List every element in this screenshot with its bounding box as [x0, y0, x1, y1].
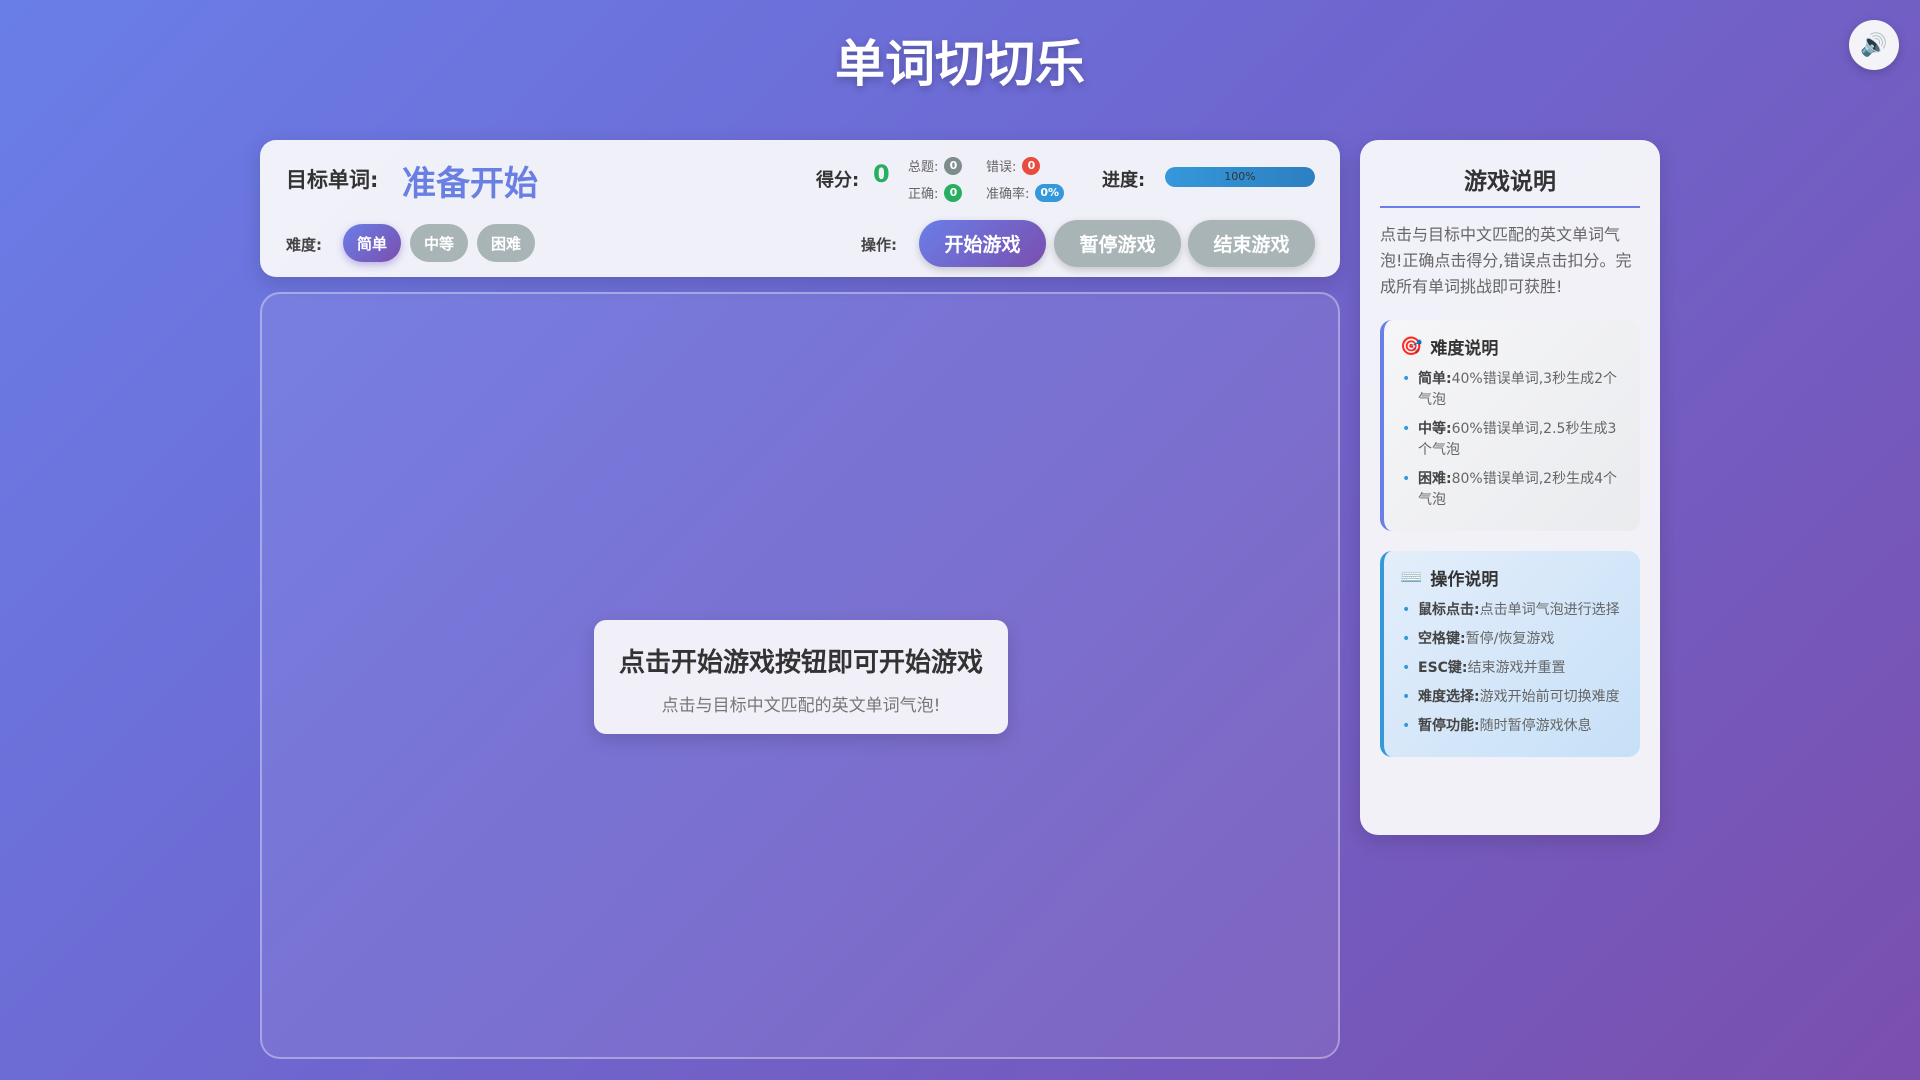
list-item-key: 难度选择: — [1418, 689, 1480, 705]
difficulty-hard-button[interactable]: 困难 — [477, 224, 535, 262]
instructions-title: 游戏说明 — [1380, 162, 1640, 208]
game-area[interactable]: 点击开始游戏按钮即可开始游戏 点击与目标中文匹配的英文单词气泡! — [260, 292, 1340, 1059]
target-word: 准备开始 — [402, 164, 538, 204]
list-item: 难度选择:游戏开始前可切换难度 — [1400, 687, 1626, 708]
target-word-label: 目标单词: — [286, 168, 379, 192]
stat-accuracy-badge: 0% — [1035, 183, 1065, 202]
score-value: 0 — [873, 160, 890, 188]
stat-wrong-label: 错误: — [986, 160, 1017, 175]
list-item-text: 游戏开始前可切换难度 — [1479, 689, 1620, 705]
stat-accuracy-label: 准确率: — [986, 187, 1030, 202]
progress-label: 进度: — [1102, 170, 1146, 191]
list-item-text: 随时暂停游戏休息 — [1479, 718, 1592, 734]
difficulty-label: 难度: — [286, 236, 322, 254]
operations-info-title-text: 操作说明 — [1430, 570, 1499, 590]
stat-correct-label: 正确: — [908, 187, 939, 202]
progress-text: 100% — [1224, 170, 1256, 183]
difficulty-easy-button[interactable]: 简单 — [343, 224, 401, 262]
end-game-button[interactable]: 结束游戏 — [1188, 220, 1315, 267]
list-item: 鼠标点击:点击单词气泡进行选择 — [1400, 600, 1626, 621]
instructions-intro: 点击与目标中文匹配的英文单词气泡!正确点击得分,错误点击扣分。完成所有单词挑战即… — [1380, 225, 1632, 296]
start-prompt-card: 点击开始游戏按钮即可开始游戏 点击与目标中文匹配的英文单词气泡! — [594, 620, 1008, 734]
speaker-icon: 🔊 — [1860, 32, 1888, 58]
list-item: 空格键:暂停/恢复游戏 — [1400, 629, 1626, 650]
control-panel: 目标单词: 准备开始 得分: 0 总题: 0 错误: 0 正确: 0 准确率: … — [260, 140, 1340, 277]
difficulty-info-title-text: 难度说明 — [1430, 339, 1499, 359]
list-item-key: 鼠标点击: — [1418, 602, 1480, 618]
list-item-text: 结束游戏并重置 — [1467, 660, 1566, 676]
operations-info-title: ⌨️ 操作说明 — [1400, 565, 1626, 590]
list-item-key: 简单: — [1418, 371, 1452, 387]
pause-game-button[interactable]: 暂停游戏 — [1054, 220, 1181, 267]
score-label: 得分: — [816, 170, 860, 191]
list-item-key: ESC键: — [1418, 660, 1468, 676]
difficulty-medium-button[interactable]: 中等 — [410, 224, 468, 262]
stat-total-badge: 0 — [944, 156, 963, 175]
operations-info-list: 鼠标点击:点击单词气泡进行选择 空格键:暂停/恢复游戏 ESC键:结束游戏并重置… — [1400, 600, 1626, 737]
keyboard-icon: ⌨️ — [1400, 567, 1423, 588]
list-item: 困难:80%错误单词,2秒生成4个气泡 — [1400, 469, 1626, 511]
list-item: ESC键:结束游戏并重置 — [1400, 658, 1626, 679]
progress-bar: 100% — [1165, 167, 1315, 187]
list-item-key: 空格键: — [1418, 631, 1466, 647]
stat-correct: 正确: 0 — [908, 183, 963, 202]
stat-accuracy: 准确率: 0% — [986, 183, 1065, 202]
sound-toggle-button[interactable]: 🔊 — [1849, 20, 1899, 70]
target-icon: 🎯 — [1400, 336, 1423, 357]
difficulty-info-list: 简单:40%错误单词,3秒生成2个气泡 中等:60%错误单词,2.5秒生成3个气… — [1400, 369, 1626, 511]
start-game-button[interactable]: 开始游戏 — [919, 220, 1046, 267]
difficulty-info-title: 🎯 难度说明 — [1400, 334, 1626, 359]
stat-total: 总题: 0 — [908, 156, 963, 175]
instructions-panel: 游戏说明 点击与目标中文匹配的英文单词气泡!正确点击得分,错误点击扣分。完成所有… — [1360, 140, 1660, 835]
list-item: 简单:40%错误单词,3秒生成2个气泡 — [1400, 369, 1626, 411]
list-item-text: 暂停/恢复游戏 — [1465, 631, 1555, 647]
operations-label: 操作: — [861, 236, 897, 254]
list-item-key: 中等: — [1418, 421, 1452, 437]
list-item: 暂停功能:随时暂停游戏休息 — [1400, 716, 1626, 737]
stat-wrong-badge: 0 — [1022, 156, 1041, 175]
stat-wrong: 错误: 0 — [986, 156, 1041, 175]
stat-total-label: 总题: — [908, 160, 939, 175]
stat-correct-badge: 0 — [944, 183, 963, 202]
start-prompt-title: 点击开始游戏按钮即可开始游戏 — [618, 648, 983, 678]
list-item: 中等:60%错误单词,2.5秒生成3个气泡 — [1400, 419, 1626, 461]
list-item-text: 点击单词气泡进行选择 — [1479, 602, 1620, 618]
start-prompt-subtitle: 点击与目标中文匹配的英文单词气泡! — [661, 696, 941, 716]
operations-info-box: ⌨️ 操作说明 鼠标点击:点击单词气泡进行选择 空格键:暂停/恢复游戏 ESC键… — [1380, 551, 1640, 757]
list-item-key: 暂停功能: — [1418, 718, 1480, 734]
list-item-key: 困难: — [1418, 471, 1452, 487]
app-title: 单词切切乐 — [835, 35, 1085, 93]
difficulty-info-box: 🎯 难度说明 简单:40%错误单词,3秒生成2个气泡 中等:60%错误单词,2.… — [1380, 320, 1640, 531]
